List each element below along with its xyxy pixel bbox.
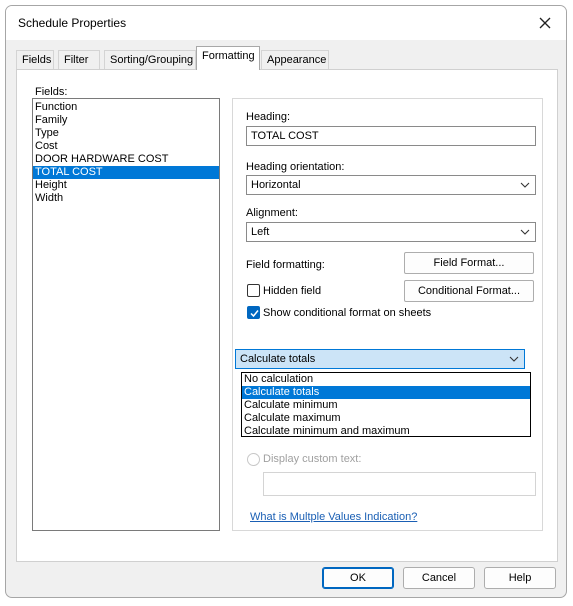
- show-conditional-format-checkbox[interactable]: [247, 306, 260, 319]
- ok-button[interactable]: OK: [322, 567, 394, 589]
- list-item-selected[interactable]: TOTAL COST: [33, 166, 219, 179]
- conditional-format-button[interactable]: Conditional Format...: [404, 280, 534, 302]
- list-item[interactable]: Function: [33, 101, 219, 114]
- fields-label: Fields:: [35, 86, 68, 98]
- list-item[interactable]: Type: [33, 127, 219, 140]
- list-item[interactable]: DOOR HARDWARE COST: [33, 153, 219, 166]
- dialog-title: Schedule Properties: [18, 16, 127, 30]
- tab-fields[interactable]: Fields: [16, 50, 54, 70]
- show-conditional-format-label: Show conditional format on sheets: [263, 307, 432, 319]
- title-bar: Schedule Properties: [6, 6, 566, 40]
- dropdown-option[interactable]: Calculate maximum: [242, 412, 530, 425]
- chevron-down-icon: [519, 179, 531, 191]
- dropdown-option-selected[interactable]: Calculate totals: [242, 386, 530, 399]
- field-format-button[interactable]: Field Format...: [404, 252, 534, 274]
- calculate-totals-dropdown: No calculation Calculate totals Calculat…: [241, 372, 531, 437]
- calculate-totals-select[interactable]: Calculate totals: [235, 349, 525, 369]
- multiple-values-help-link[interactable]: What is Multple Values Indication?: [250, 511, 417, 523]
- alignment-label: Alignment:: [246, 207, 298, 219]
- dropdown-option[interactable]: Calculate minimum and maximum: [242, 425, 530, 438]
- help-button[interactable]: Help: [484, 567, 556, 589]
- heading-orientation-value: Horizontal: [251, 179, 301, 191]
- alignment-select[interactable]: Left: [246, 222, 536, 242]
- display-custom-text-radio[interactable]: [247, 453, 260, 466]
- tab-formatting[interactable]: Formatting: [196, 46, 260, 70]
- chevron-down-icon: [508, 353, 520, 365]
- hidden-field-checkbox[interactable]: [247, 284, 260, 297]
- alignment-value: Left: [251, 226, 270, 238]
- schedule-properties-dialog: Schedule Properties Fields Filter Sortin…: [5, 5, 567, 598]
- heading-orientation-label: Heading orientation:: [246, 161, 345, 173]
- display-custom-text-label: Display custom text:: [263, 453, 362, 465]
- list-item[interactable]: Cost: [33, 140, 219, 153]
- list-item[interactable]: Height: [33, 179, 219, 192]
- calculate-totals-value: Calculate totals: [240, 353, 316, 365]
- list-item[interactable]: Width: [33, 192, 219, 205]
- chevron-down-icon: [519, 226, 531, 238]
- formatting-panel: Fields: Function Family Type Cost DOOR H…: [16, 69, 558, 562]
- field-formatting-label: Field formatting:: [246, 259, 325, 271]
- tab-sorting-grouping[interactable]: Sorting/Grouping: [104, 50, 196, 70]
- heading-orientation-select[interactable]: Horizontal: [246, 175, 536, 195]
- heading-input[interactable]: TOTAL COST: [246, 126, 536, 146]
- hidden-field-label: Hidden field: [263, 285, 322, 297]
- list-item[interactable]: Family: [33, 114, 219, 127]
- custom-text-input[interactable]: [263, 472, 536, 496]
- tab-filter[interactable]: Filter: [58, 50, 100, 70]
- checkmark-icon: [250, 310, 259, 318]
- heading-label: Heading:: [246, 111, 291, 123]
- tab-appearance[interactable]: Appearance: [261, 50, 329, 70]
- cancel-button[interactable]: Cancel: [403, 567, 475, 589]
- fields-list[interactable]: Function Family Type Cost DOOR HARDWARE …: [32, 98, 220, 531]
- tab-strip: Fields Filter Sorting/Grouping Formattin…: [16, 46, 556, 70]
- dropdown-option[interactable]: Calculate minimum: [242, 399, 530, 412]
- close-icon[interactable]: [534, 12, 556, 34]
- dropdown-option[interactable]: No calculation: [242, 373, 530, 386]
